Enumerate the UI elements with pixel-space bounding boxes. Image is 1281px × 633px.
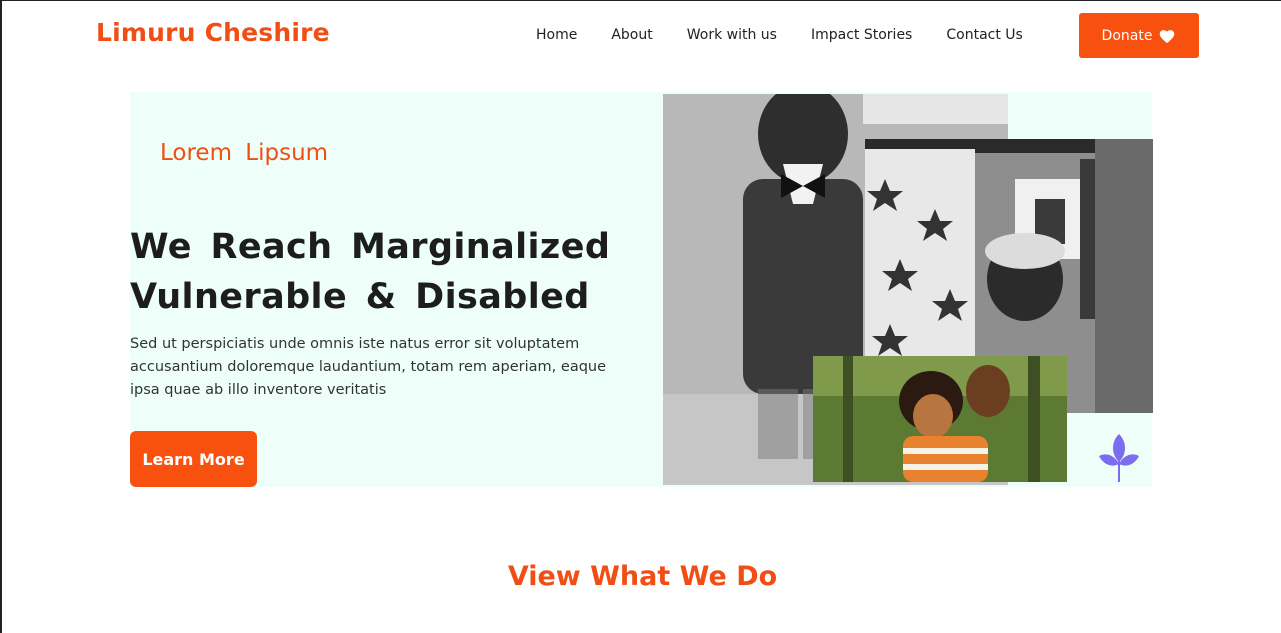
hero-subtext: Sed ut perspiciatis unde omnis iste natu…	[130, 336, 607, 398]
hero-photo-collage	[661, 94, 1153, 487]
brand-logo[interactable]: Limuru Cheshire	[96, 18, 330, 47]
section-title-what-we-do: View What We Do	[507, 561, 778, 592]
top-navbar: Limuru Cheshire Home About Work with us …	[2, 1, 1281, 71]
hero-headline-line1: We Reach Marginalized	[130, 227, 611, 267]
nav-link-home[interactable]: Home	[536, 27, 577, 43]
nav-link-about[interactable]: About	[611, 27, 652, 43]
heart-icon	[1160, 29, 1175, 43]
nav-links: Home About Work with us Impact Stories C…	[536, 27, 1023, 43]
leaf-icon	[1099, 434, 1139, 482]
hero-section: Lorem Lipsum We Reach Marginalized Vulne…	[130, 92, 1153, 487]
nav-link-work-with-us[interactable]: Work with us	[687, 27, 777, 43]
learn-more-button[interactable]: Learn More	[130, 431, 257, 487]
photo-father-child	[813, 356, 1067, 482]
hero-headline: We Reach Marginalized Vulnerable & Disab…	[130, 222, 650, 322]
hero-eyebrow: Lorem Lipsum	[160, 140, 329, 166]
donate-button[interactable]: Donate	[1079, 13, 1199, 58]
donate-label: Donate	[1101, 27, 1153, 44]
nav-link-impact-stories[interactable]: Impact Stories	[811, 27, 912, 43]
nav-link-contact-us[interactable]: Contact Us	[946, 27, 1022, 43]
hero-headline-line2: Vulnerable & Disabled	[130, 277, 590, 317]
